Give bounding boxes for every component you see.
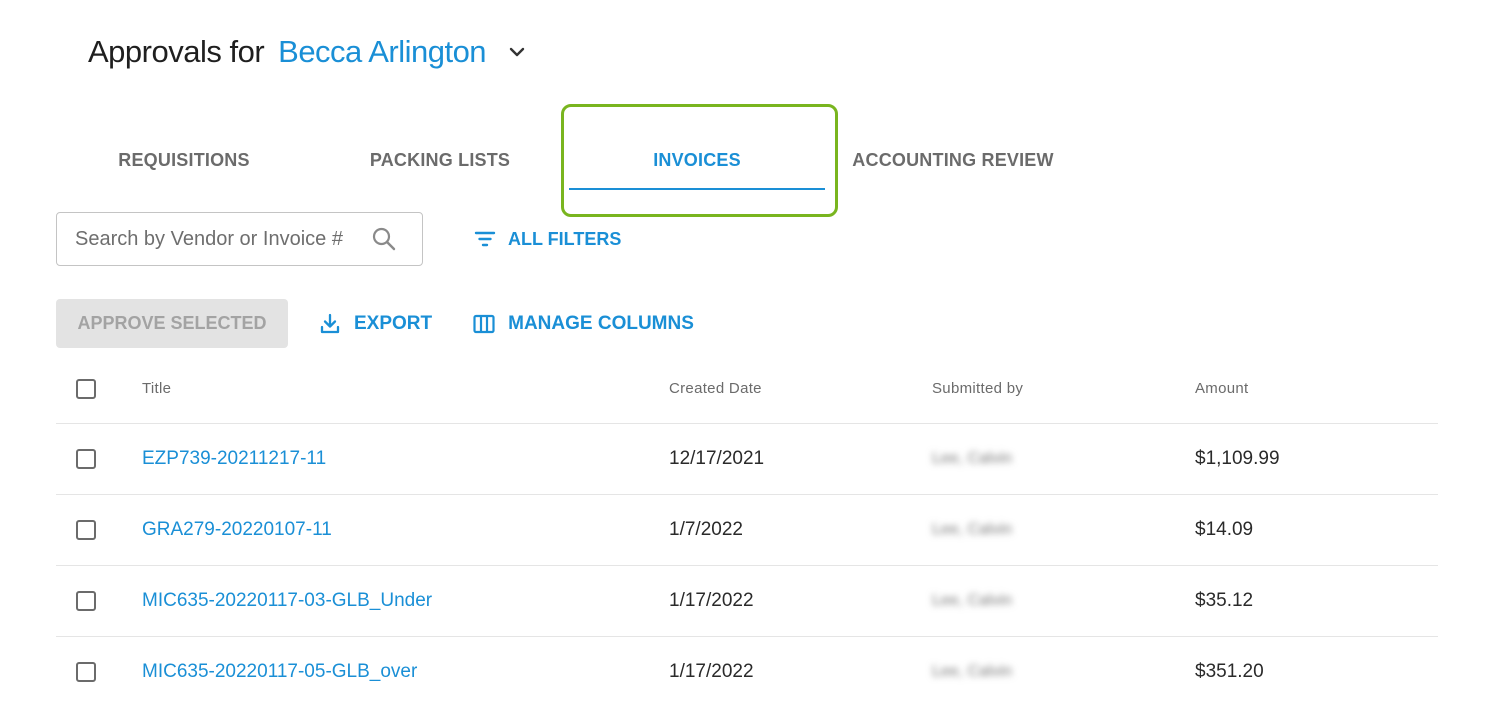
invoice-title-link[interactable]: GRA279-20220107-11 [142, 519, 332, 541]
page-header: Approvals for Becca Arlington [88, 34, 526, 70]
amount: $351.20 [1195, 661, 1264, 682]
approver-name[interactable]: Becca Arlington [278, 34, 486, 70]
manage-columns-label: MANAGE COLUMNS [508, 312, 694, 334]
row-checkbox[interactable] [76, 591, 96, 611]
column-header-title[interactable]: Title [142, 354, 171, 423]
column-header-submitted-by[interactable]: Submitted by [932, 354, 1023, 423]
created-date: 1/17/2022 [669, 590, 754, 611]
invoices-table: Title Created Date Submitted by Amount E… [56, 354, 1438, 707]
columns-icon [472, 312, 496, 336]
invoice-title-link[interactable]: MIC635-20220117-03-GLB_Under [142, 590, 432, 612]
all-filters-label: ALL FILTERS [508, 228, 622, 249]
row-checkbox[interactable] [76, 662, 96, 682]
column-header-amount[interactable]: Amount [1195, 354, 1249, 423]
table-row: EZP739-20211217-11 12/17/2021 Lee, Calvi… [56, 424, 1438, 495]
search-input[interactable] [75, 227, 365, 251]
select-all-cell [76, 354, 96, 423]
submitted-by: Lee, Calvin [932, 663, 1013, 680]
manage-columns-button[interactable]: MANAGE COLUMNS [472, 312, 694, 336]
approve-selected-button[interactable]: APPROVE SELECTED [56, 299, 288, 348]
filter-icon [474, 228, 496, 250]
created-date: 1/7/2022 [669, 519, 743, 540]
column-header-created-date[interactable]: Created Date [669, 354, 762, 423]
submitted-by: Lee, Calvin [932, 450, 1013, 467]
chevron-down-icon[interactable] [508, 43, 526, 61]
created-date: 12/17/2021 [669, 448, 765, 469]
bulk-actions-toolbar: APPROVE SELECTED EXPORT MANAGE COLUMNS [56, 299, 694, 348]
invoice-title-link[interactable]: EZP739-20211217-11 [142, 448, 326, 470]
invoice-title-link[interactable]: MIC635-20220117-05-GLB_over [142, 661, 417, 683]
all-filters-button[interactable]: ALL FILTERS [474, 228, 621, 250]
search-icon[interactable] [371, 226, 397, 252]
export-label: EXPORT [354, 312, 433, 334]
tab-requisitions[interactable]: REQUISITIONS [56, 130, 312, 190]
table-row: MIC635-20220117-03-GLB_Under 1/17/2022 L… [56, 566, 1438, 637]
search-box [56, 212, 423, 266]
amount: $14.09 [1195, 519, 1254, 540]
row-checkbox[interactable] [76, 449, 96, 469]
amount: $35.12 [1195, 590, 1254, 611]
tab-invoices[interactable]: INVOICES [569, 130, 825, 190]
table-row: MIC635-20220117-05-GLB_over 1/17/2022 Le… [56, 637, 1438, 707]
created-date: 1/17/2022 [669, 661, 754, 682]
table-header-row: Title Created Date Submitted by Amount [56, 354, 1438, 424]
submitted-by: Lee, Calvin [932, 521, 1013, 538]
tab-packing-lists[interactable]: PACKING LISTS [312, 130, 568, 190]
tab-accounting-review[interactable]: ACCOUNTING REVIEW [825, 130, 1081, 190]
page-title: Approvals for [88, 34, 265, 69]
submitted-by: Lee, Calvin [932, 592, 1013, 609]
select-all-checkbox[interactable] [76, 378, 96, 399]
row-checkbox[interactable] [76, 520, 96, 540]
export-button[interactable]: EXPORT [318, 312, 432, 336]
table-row: GRA279-20220107-11 1/7/2022 Lee, Calvin … [56, 495, 1438, 566]
amount: $1,109.99 [1195, 448, 1280, 469]
download-icon [318, 312, 342, 336]
